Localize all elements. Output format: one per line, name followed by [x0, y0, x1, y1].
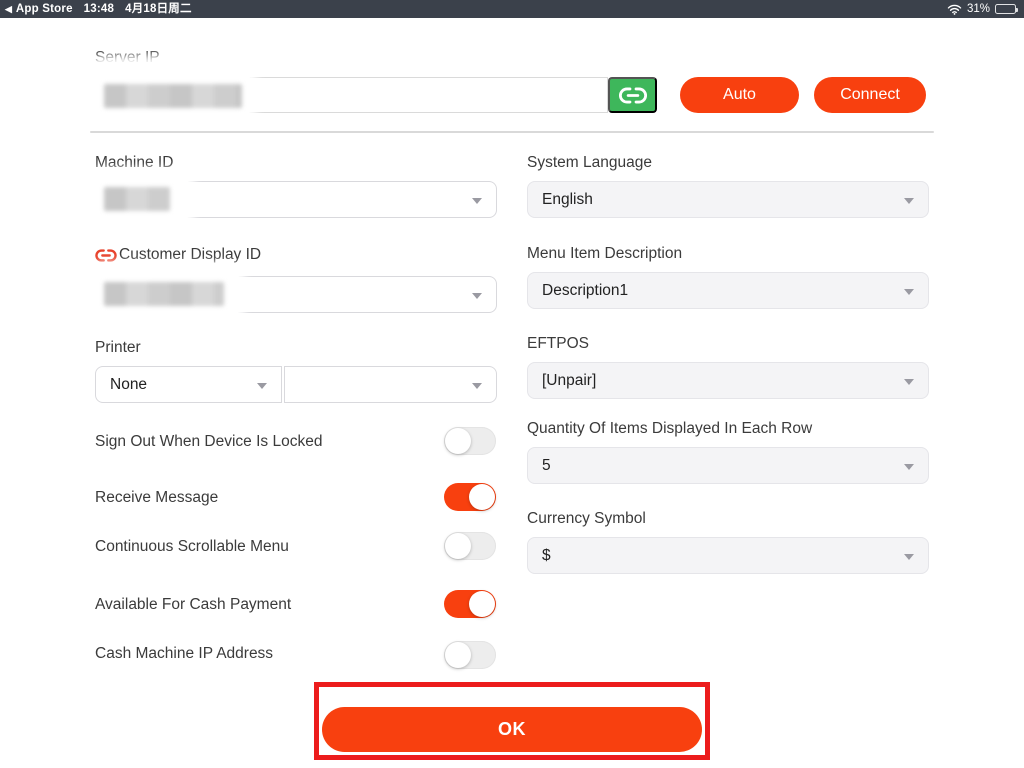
connect-button[interactable]: Connect: [814, 77, 926, 113]
system-language-label: System Language: [527, 154, 652, 171]
toggle-knob: [469, 591, 495, 617]
printer-device-select[interactable]: [284, 366, 497, 403]
toggle-knob: [469, 484, 495, 510]
printer-type-value: None: [110, 375, 148, 393]
printer-type-select[interactable]: None: [95, 366, 282, 403]
back-to-app[interactable]: ◀ App Store 13:48 4月18日周二: [5, 0, 203, 18]
section-divider: [90, 131, 934, 133]
wifi-icon: [947, 4, 962, 15]
toggle-available-for-cash-payment[interactable]: [444, 590, 496, 618]
menu-item-description-value: Description1: [542, 281, 629, 299]
toggle-cash-machine-ip-address[interactable]: [444, 641, 496, 669]
battery-icon: [995, 4, 1018, 14]
menu-item-description-select[interactable]: Description1: [527, 272, 929, 309]
toggle-label-sign-out: Sign Out When Device Is Locked: [95, 433, 323, 450]
quantity-per-row-value: 5: [542, 456, 551, 474]
auto-button[interactable]: Auto: [680, 77, 799, 113]
quantity-per-row-label: Quantity Of Items Displayed In Each Row: [527, 420, 813, 437]
toggle-continuous-scrollable-menu[interactable]: [444, 532, 496, 560]
battery-percent: 31%: [966, 3, 990, 15]
chevron-down-icon: [472, 197, 482, 204]
chevron-down-icon: [904, 288, 914, 295]
status-time: 13:48: [83, 3, 115, 15]
chevron-down-icon: [472, 292, 482, 299]
status-bar: ◀ App Store 13:48 4月18日周二 31%: [0, 0, 1024, 18]
customer-display-id-label: Customer Display ID: [119, 246, 262, 263]
currency-symbol-value: $: [542, 546, 551, 564]
back-triangle-icon: ◀: [5, 4, 12, 14]
settings-screen: ◀ App Store 13:48 4月18日周二 31% Server IP: [0, 0, 1024, 768]
toggle-label-cash-payment: Available For Cash Payment: [95, 596, 292, 613]
toggle-sign-out-when-locked[interactable]: [444, 427, 496, 455]
system-language-select[interactable]: English: [527, 181, 929, 218]
chevron-down-icon: [904, 553, 914, 560]
menu-item-description-label: Menu Item Description: [527, 245, 683, 262]
machine-id-redacted-value: [104, 187, 170, 211]
printer-label: Printer: [95, 339, 141, 356]
eftpos-value: [Unpair]: [542, 371, 597, 389]
server-ip-redacted-value: [104, 84, 242, 108]
eftpos-select[interactable]: [Unpair]: [527, 362, 929, 399]
system-language-value: English: [542, 190, 593, 208]
toggle-knob: [445, 428, 471, 454]
currency-symbol-select[interactable]: $: [527, 537, 929, 574]
chevron-down-icon: [472, 382, 482, 389]
ok-button[interactable]: OK: [322, 707, 702, 752]
toggle-receive-message[interactable]: [444, 483, 496, 511]
chevron-down-icon: [257, 382, 267, 389]
link-icon: [618, 87, 647, 103]
back-app-label: App Store: [15, 3, 73, 15]
toggle-knob: [445, 533, 471, 559]
toggle-label-cash-machine-ip: Cash Machine IP Address: [95, 645, 274, 662]
eftpos-label: EFTPOS: [527, 335, 590, 352]
currency-symbol-label: Currency Symbol: [527, 510, 646, 527]
chevron-down-icon: [904, 378, 914, 385]
status-date: 4月18日周二: [125, 3, 192, 15]
link-icon-red: [95, 248, 117, 262]
toggle-label-receive-message: Receive Message: [95, 489, 219, 506]
customer-display-redacted-value: [104, 282, 224, 306]
quantity-per-row-select[interactable]: 5: [527, 447, 929, 484]
toggle-label-continuous-menu: Continuous Scrollable Menu: [95, 538, 289, 555]
link-button[interactable]: [608, 77, 657, 113]
machine-id-label: Machine ID: [95, 154, 174, 171]
chevron-down-icon: [904, 463, 914, 470]
toggle-knob: [445, 642, 471, 668]
chevron-down-icon: [904, 197, 914, 204]
